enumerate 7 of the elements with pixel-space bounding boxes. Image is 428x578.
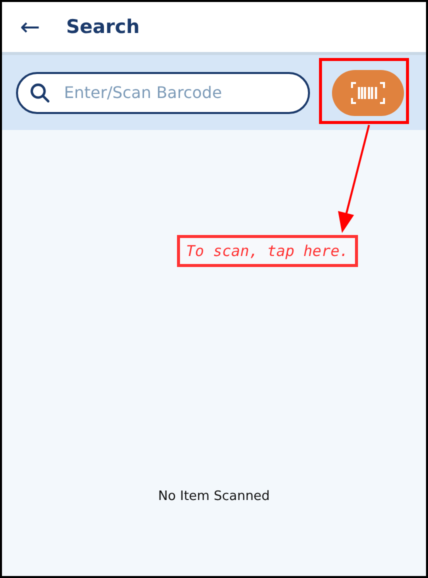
page-title: Search xyxy=(66,16,140,38)
callout-note: To scan, tap here. xyxy=(177,235,358,267)
barcode-icon xyxy=(351,82,385,104)
empty-message: No Item Scanned xyxy=(158,489,270,504)
scan-barcode-button[interactable] xyxy=(332,70,404,116)
back-button[interactable]: ← xyxy=(20,15,40,39)
barcode-search-field[interactable]: Enter/Scan Barcode xyxy=(16,72,310,114)
